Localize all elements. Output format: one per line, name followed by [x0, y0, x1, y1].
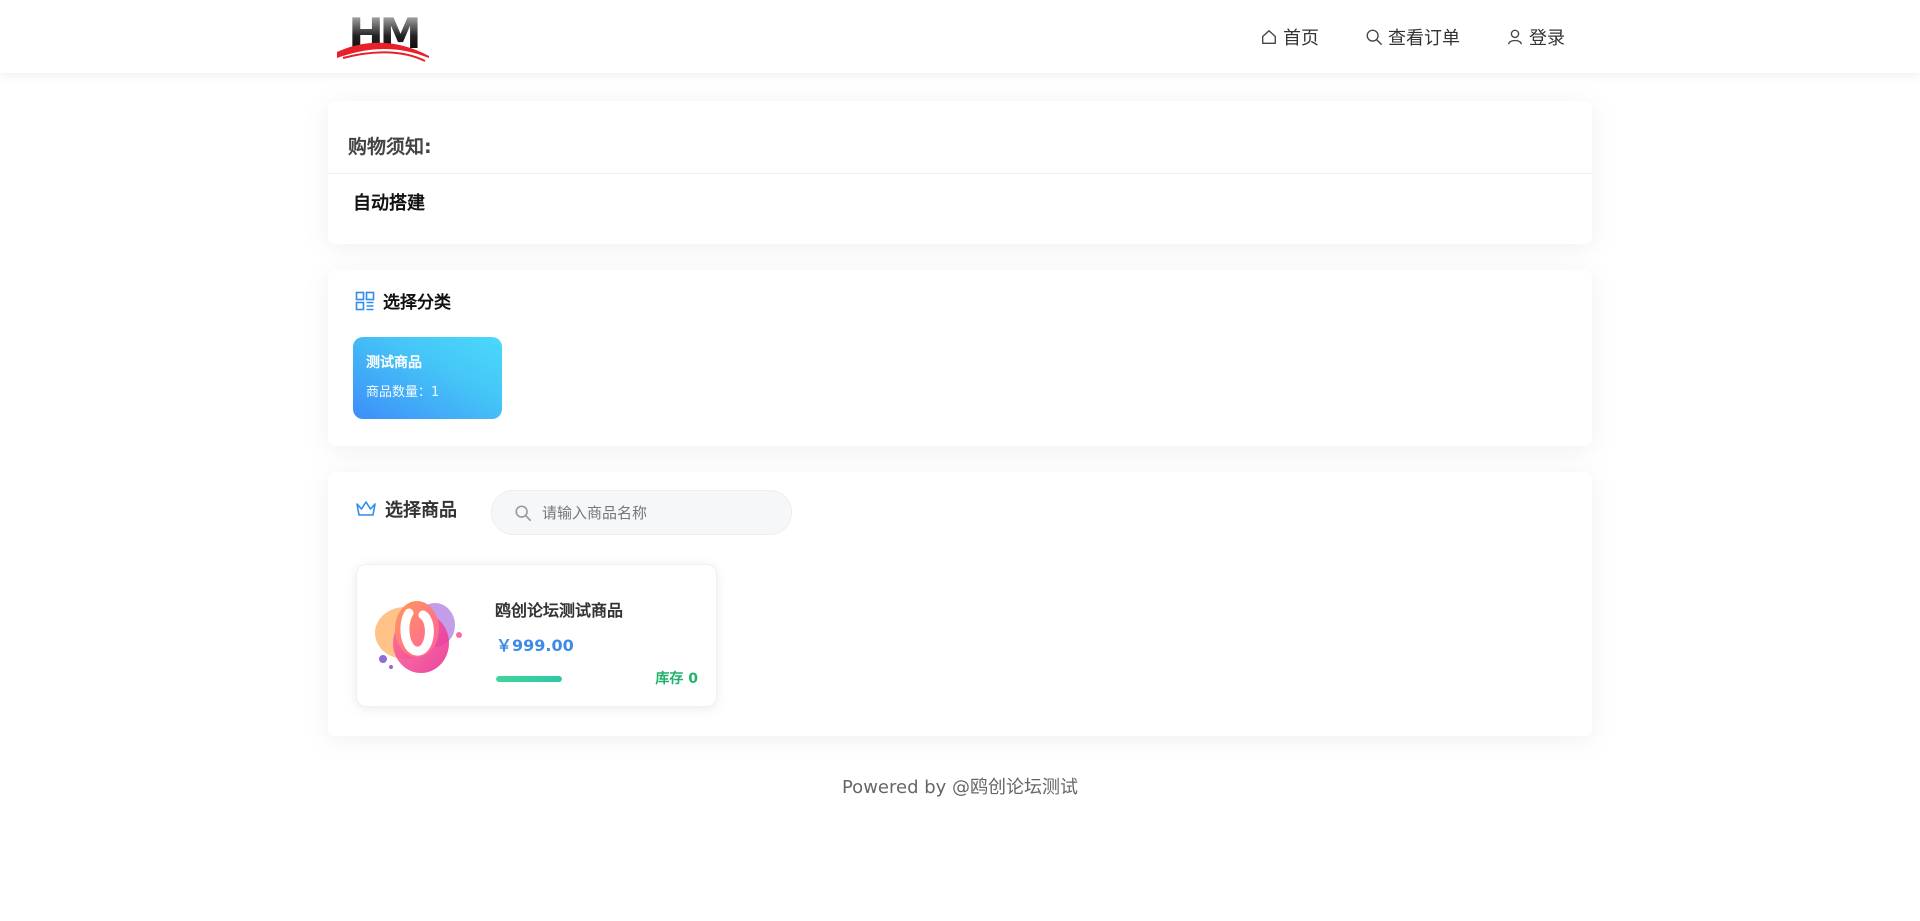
nav-home-label: 首页: [1283, 27, 1319, 49]
search-icon: [515, 504, 532, 521]
notice-title: 购物须知:: [348, 136, 432, 158]
stock-progress-fill: [496, 676, 562, 682]
goods-header: 选择商品: [355, 496, 457, 522]
category-tile[interactable]: 测试商品 商品数量：1: [353, 337, 502, 419]
nav-orders[interactable]: 查看订单: [1365, 24, 1460, 50]
search-icon: [1366, 29, 1382, 45]
nav-login[interactable]: 登录: [1506, 24, 1565, 50]
stock-label: 库存 0: [655, 671, 698, 687]
site-logo[interactable]: HM: [333, 8, 433, 64]
nav-menu: 首页 查看订单 登录: [1260, 0, 1565, 73]
home-icon: [1262, 29, 1276, 44]
notice-card: 购物须知: 自动搭建: [328, 101, 1592, 244]
notice-body: 自动搭建: [353, 193, 425, 214]
crown-icon: [356, 501, 376, 516]
stock-progress-bar: [496, 676, 562, 682]
footer-text: Powered by @鸥创论坛测试: [841, 777, 1079, 798]
goods-title: 选择商品: [385, 500, 457, 521]
divider: [328, 173, 1592, 174]
nav-orders-label: 查看订单: [1388, 27, 1460, 49]
user-icon: [1508, 29, 1522, 44]
category-header: 选择分类: [355, 288, 451, 313]
goods-card: 选择商品 请输入商品名称 鸥创论坛测试商品 ￥999.00 库存 0: [328, 472, 1592, 736]
grid-icon: [355, 291, 375, 310]
goods-search-input[interactable]: [540, 502, 774, 523]
product-name: 鸥创论坛测试商品: [495, 601, 624, 620]
category-card: 选择分类 测试商品 商品数量：1: [328, 270, 1592, 446]
category-title: 选择分类: [383, 293, 451, 313]
top-navbar: HM 首页 查看订单 登录: [0, 0, 1920, 73]
product-price: ￥999.00: [496, 636, 574, 655]
product-image: [375, 601, 462, 673]
nav-home[interactable]: 首页: [1260, 24, 1319, 50]
goods-search-box: [491, 490, 792, 535]
nav-login-label: 登录: [1529, 27, 1565, 49]
product-card[interactable]: 鸥创论坛测试商品 ￥999.00 库存 0: [356, 564, 717, 707]
category-name: 测试商品: [366, 355, 422, 371]
category-count: 商品数量：1: [366, 385, 440, 400]
